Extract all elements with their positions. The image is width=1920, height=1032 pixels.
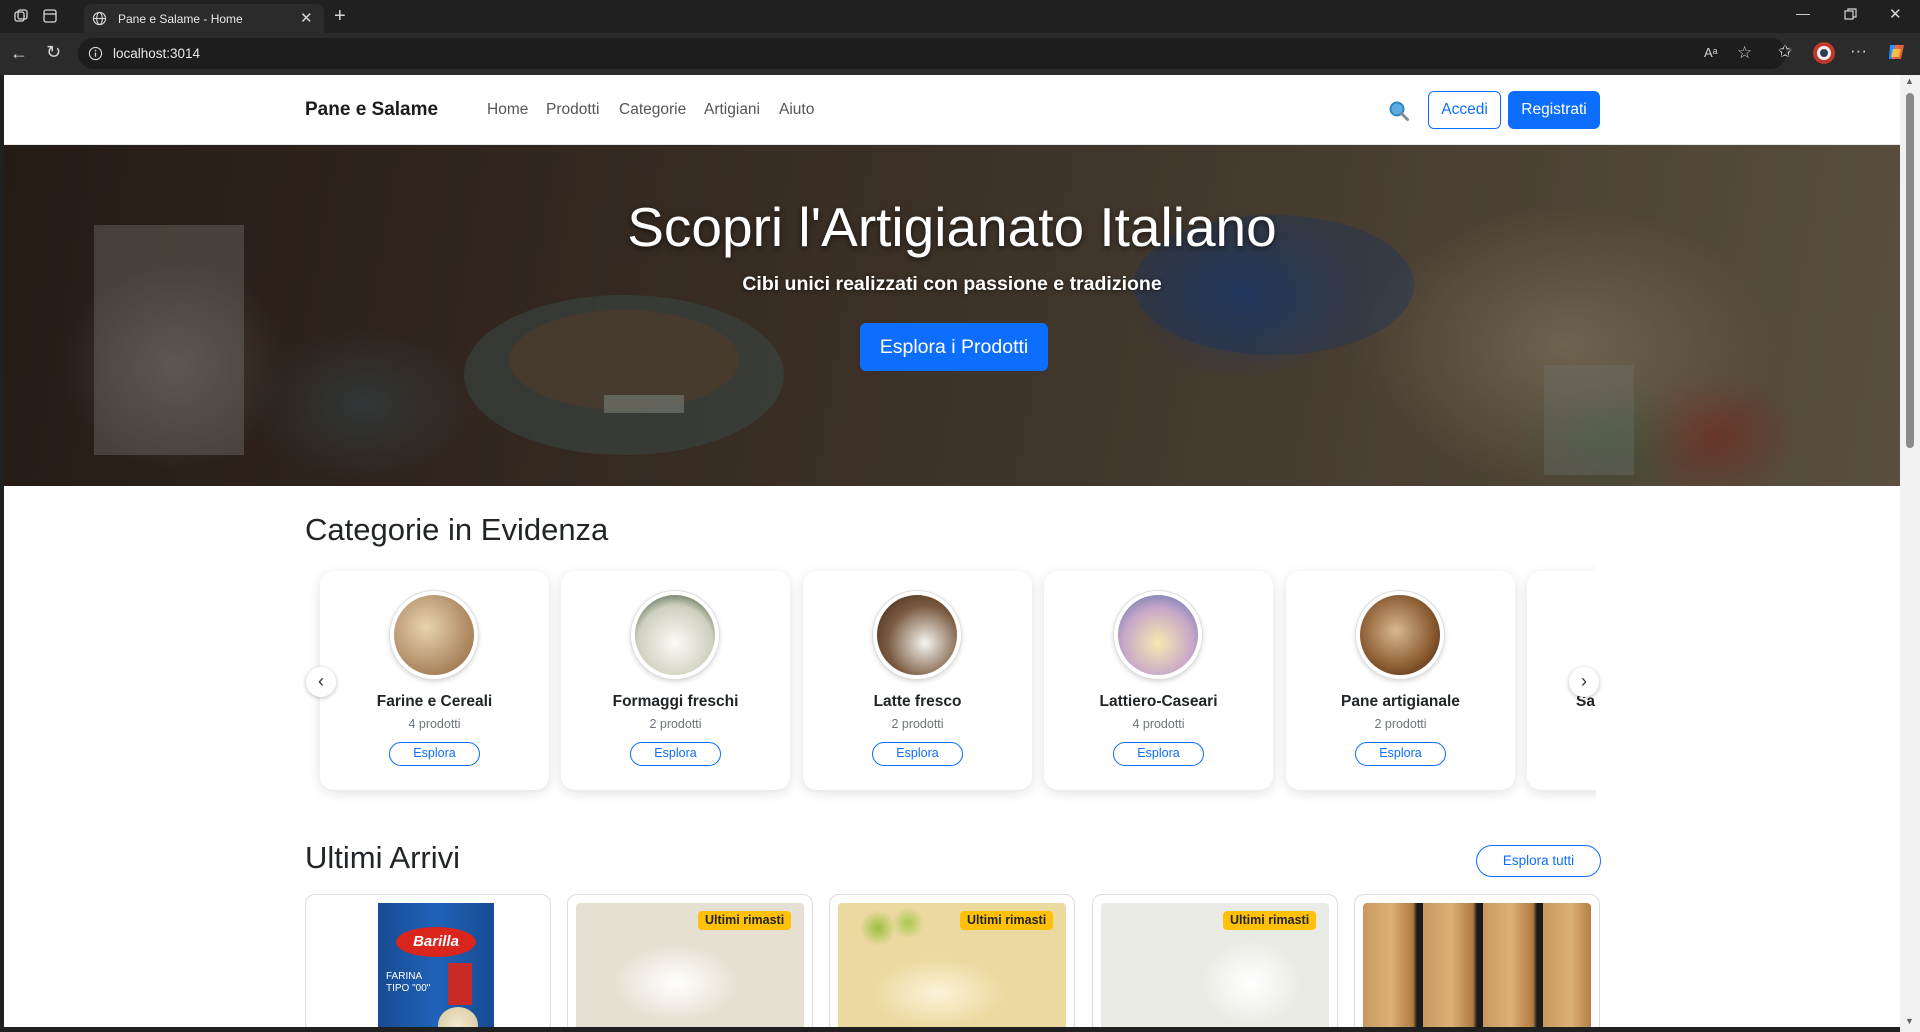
explore-products-button[interactable]: Esplora i Prodotti <box>860 323 1048 371</box>
category-card[interactable]: Latte fresco 2 prodotti Esplora <box>803 571 1032 790</box>
category-image <box>631 591 719 679</box>
carousel-next-button[interactable]: › <box>1569 667 1599 697</box>
favorites-icon[interactable]: ✩ <box>1778 43 1792 60</box>
tab-title: Pane e Salame - Home <box>118 12 243 26</box>
hero-title: Scopri l'Artigianato Italiano <box>627 196 1277 258</box>
category-name: Latte fresco <box>873 693 962 710</box>
nav-aiuto[interactable]: Aiuto <box>779 101 814 119</box>
scroll-up-icon[interactable]: ▲ <box>1905 77 1914 86</box>
hero-banner: Scopri l'Artigianato Italiano Cibi unici… <box>4 145 1900 486</box>
search-icon[interactable] <box>1388 100 1410 127</box>
hero-subtitle: Cibi unici realizzati con passione e tra… <box>742 273 1162 295</box>
product-card[interactable] <box>1354 894 1600 1027</box>
category-name: Lattiero-Caseari <box>1099 693 1218 710</box>
category-card[interactable]: Pane artigianale 2 prodotti Esplora <box>1286 571 1515 790</box>
product-image <box>1363 903 1591 1027</box>
category-card[interactable]: Lattiero-Caseari 4 prodotti Esplora <box>1044 571 1273 790</box>
workspaces-icon[interactable] <box>13 8 29 27</box>
nav-artigiani[interactable]: Artigiani <box>704 101 760 119</box>
login-button[interactable]: Accedi <box>1428 91 1501 129</box>
product-card[interactable]: Ultimi rimasti <box>1092 894 1338 1027</box>
category-name: Pane artigianale <box>1341 693 1460 710</box>
explore-category-button[interactable]: Esplora <box>630 742 721 766</box>
latest-title: Ultimi Arrivi <box>305 840 460 875</box>
back-icon[interactable]: ← <box>10 44 28 62</box>
scroll-down-icon[interactable]: ▼ <box>1905 1017 1914 1026</box>
read-aloud-icon[interactable]: Aᵃ <box>1704 46 1718 59</box>
category-image <box>1356 591 1444 679</box>
active-tab[interactable]: Pane e Salame - Home ✕ <box>84 4 324 33</box>
category-card[interactable]: Formaggi freschi 2 prodotti Esplora <box>561 571 790 790</box>
low-stock-badge: Ultimi rimasti <box>698 911 792 930</box>
scrollbar-thumb[interactable] <box>1906 93 1914 448</box>
nav-home[interactable]: Home <box>487 101 528 119</box>
category-image <box>390 591 478 679</box>
category-count: 2 prodotti <box>1374 717 1427 731</box>
barilla-logo: Barilla <box>396 927 476 957</box>
favorite-icon[interactable]: ☆ <box>1737 44 1752 61</box>
category-count: 2 prodotti <box>891 717 944 731</box>
explore-category-button[interactable]: Esplora <box>1113 742 1204 766</box>
page-scrollbar[interactable]: ▲ ▼ <box>1900 75 1920 1032</box>
explore-category-button[interactable]: Esplora <box>1355 742 1446 766</box>
category-count: 4 prodotti <box>1132 717 1185 731</box>
flour-bowl <box>438 1007 478 1027</box>
site-navbar: Pane e Salame Home Prodotti Categorie Ar… <box>4 75 1900 145</box>
globe-icon <box>92 11 107 29</box>
barilla-package: Barilla FARINA TIPO "00" <box>378 903 494 1027</box>
site-info-icon[interactable] <box>88 46 103 64</box>
category-image <box>1114 591 1202 679</box>
category-count: 4 prodotti <box>408 717 461 731</box>
more-icon[interactable]: ··· <box>1850 42 1867 59</box>
product-card[interactable]: Ultimi rimasti <box>567 894 813 1027</box>
category-name: Farine e Cereali <box>376 693 493 710</box>
category-image <box>873 591 961 679</box>
product-image: Barilla FARINA TIPO "00" <box>314 903 542 1027</box>
restore-icon[interactable] <box>1844 8 1857 24</box>
categories-title: Categorie in Evidenza <box>305 512 609 547</box>
new-tab-icon[interactable]: + <box>334 6 346 26</box>
carousel-prev-button[interactable]: ‹ <box>306 667 336 697</box>
url-bar[interactable]: localhost:3014 Aᵃ ☆ <box>78 38 1786 69</box>
brand-logo[interactable]: Pane e Salame <box>305 99 438 121</box>
low-stock-badge: Ultimi rimasti <box>1223 911 1317 930</box>
categories-carousel: Farine e Cereali 4 prodotti Esplora Form… <box>310 561 1596 801</box>
nav-prodotti[interactable]: Prodotti <box>546 101 599 119</box>
category-card[interactable]: Farine e Cereali 4 prodotti Esplora <box>320 571 549 790</box>
copilot-icon[interactable] <box>1886 41 1908 66</box>
register-button[interactable]: Registrati <box>1508 91 1600 129</box>
category-name: Formaggi freschi <box>612 693 739 710</box>
minimize-icon[interactable]: — <box>1796 6 1810 20</box>
explore-category-button[interactable]: Esplora <box>872 742 963 766</box>
window-close-icon[interactable]: ✕ <box>1889 7 1902 22</box>
explore-category-button[interactable]: Esplora <box>389 742 480 766</box>
category-count: 2 prodotti <box>649 717 702 731</box>
product-card[interactable]: Barilla FARINA TIPO "00" <box>305 894 551 1027</box>
tab-actions-icon[interactable] <box>42 8 58 27</box>
explore-all-button[interactable]: Esplora tutti <box>1476 845 1601 877</box>
close-icon[interactable]: ✕ <box>300 11 313 26</box>
product-card[interactable]: Ultimi rimasti <box>829 894 1075 1027</box>
browser-tab-bar: Pane e Salame - Home ✕ + — ✕ <box>0 0 1920 33</box>
package-ribbon <box>448 963 472 1005</box>
browser-address-bar: ← ↻ localhost:3014 Aᵃ ☆ ✩ ··· <box>0 33 1920 75</box>
package-label: FARINA TIPO "00" <box>386 971 431 994</box>
refresh-icon[interactable]: ↻ <box>46 43 61 61</box>
low-stock-badge: Ultimi rimasti <box>960 911 1054 930</box>
profile-icon[interactable] <box>1812 41 1836 68</box>
page-viewport: Pane e Salame Home Prodotti Categorie Ar… <box>4 75 1900 1027</box>
nav-categorie[interactable]: Categorie <box>619 101 686 119</box>
url-text: localhost:3014 <box>113 46 201 61</box>
